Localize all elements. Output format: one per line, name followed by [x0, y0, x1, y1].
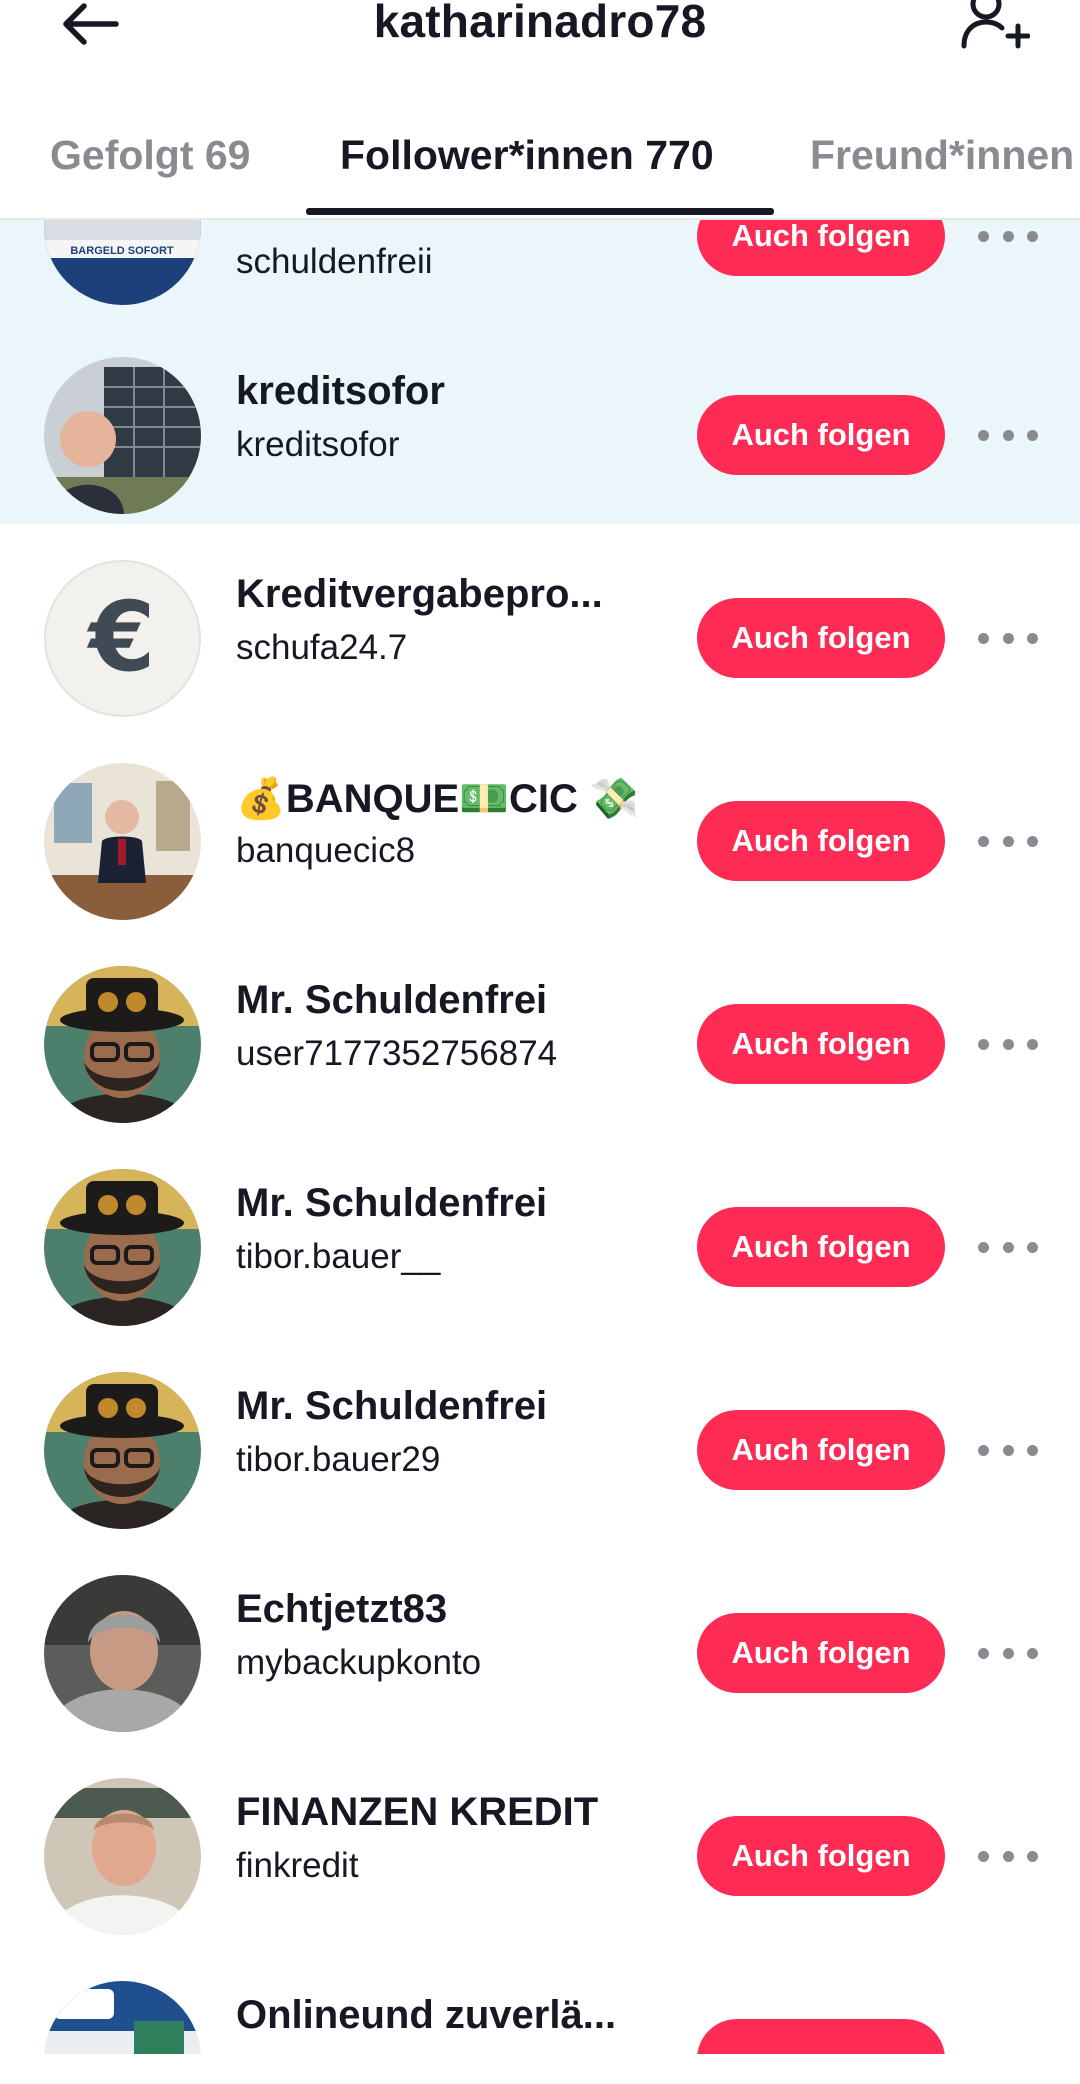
- follow-back-button[interactable]: Auch folgen: [697, 218, 945, 276]
- username: mybackupkonto: [236, 1643, 482, 1682]
- more-options-button[interactable]: [978, 618, 1038, 658]
- more-options-button[interactable]: [978, 415, 1038, 455]
- list-item[interactable]: Echtjetzt83 mybackupkonto Auch folgen: [0, 1539, 1080, 1742]
- dollar-banknote-emoji: 💵: [459, 776, 509, 822]
- money-with-wings-emoji: 💸: [588, 776, 639, 822]
- avatar[interactable]: BARGELD SOFORT: [44, 218, 201, 305]
- username: banquecic8: [236, 831, 416, 870]
- display-name: kreditsofor: [236, 369, 445, 413]
- follow-back-button[interactable]: Auch folgen: [697, 395, 945, 475]
- display-name: FINANZEN KREDIT: [236, 1790, 599, 1834]
- avatar[interactable]: [44, 966, 201, 1123]
- display-name: Mr. Schuldenfrei: [236, 1384, 548, 1428]
- list-item[interactable]: kreditsofor kreditsofor Auch folgen: [0, 321, 1080, 524]
- person-add-icon: [961, 0, 1031, 49]
- follow-back-button[interactable]: Auch folgen: [697, 1816, 945, 1896]
- list-item[interactable]: 💰BANQUE💵CIC 💸 banquecic8 Auch folgen: [0, 727, 1080, 930]
- list-item[interactable]: Mr. Schuldenfrei user7177352756874 Auch …: [0, 930, 1080, 1133]
- avatar[interactable]: [44, 1575, 201, 1732]
- more-options-button[interactable]: [978, 218, 1038, 256]
- more-options-button[interactable]: [978, 821, 1038, 861]
- page-title: katharinadro78: [373, 0, 707, 47]
- list-item[interactable]: Mr. Schuldenfrei tibor.bauer29 Auch folg…: [0, 1336, 1080, 1539]
- username: finkredit: [236, 1846, 359, 1885]
- follow-back-button[interactable]: Auch folgen: [697, 801, 945, 881]
- list-item[interactable]: Onlineund zuverlä...: [0, 1945, 1080, 2054]
- follow-back-button[interactable]: [697, 2019, 945, 2054]
- add-friend-button[interactable]: [958, 0, 1031, 56]
- display-name: 💰BANQUE💵CIC 💸: [236, 776, 639, 822]
- follow-back-button[interactable]: Auch folgen: [697, 598, 945, 678]
- more-options-button[interactable]: [978, 1227, 1038, 1267]
- list-item[interactable]: FINANZEN KREDIT finkredit Auch folgen: [0, 1742, 1080, 1945]
- username: tibor.bauer29: [236, 1440, 441, 1479]
- display-name: Mr. Schuldenfrei: [236, 1181, 548, 1225]
- tab-following[interactable]: Gefolgt 69: [50, 132, 250, 179]
- follow-back-button[interactable]: Auch folgen: [697, 1613, 945, 1693]
- avatar[interactable]: €: [44, 560, 201, 717]
- display-name: Mr. Schuldenfrei: [236, 978, 548, 1022]
- avatar[interactable]: [44, 357, 201, 514]
- more-options-button[interactable]: [978, 1633, 1038, 1673]
- more-options-button[interactable]: [978, 1024, 1038, 1064]
- svg-text:BARGELD SOFORT: BARGELD SOFORT: [70, 245, 174, 257]
- tab-friends[interactable]: Freund*innen: [810, 132, 1074, 179]
- username: schuldenfreii: [236, 242, 433, 281]
- tab-followers[interactable]: Follower*innen 770: [340, 132, 714, 179]
- euro-icon: €: [87, 581, 156, 693]
- followers-list[interactable]: BARGELD SOFORT schuldenfreii schuldenfre…: [0, 218, 1080, 2054]
- more-options-button[interactable]: [978, 1836, 1038, 1876]
- display-name: Onlineund zuverlä...: [236, 1993, 617, 2037]
- top-bar: katharinadro78 Gefolgt 69 Follower*innen…: [0, 0, 1080, 220]
- username: schufa24.7: [236, 628, 408, 667]
- list-item[interactable]: Mr. Schuldenfrei tibor.bauer__ Auch folg…: [0, 1133, 1080, 1336]
- username: tibor.bauer__: [236, 1237, 441, 1276]
- avatar[interactable]: [44, 1778, 201, 1935]
- display-name: Echtjetzt83: [236, 1587, 448, 1631]
- username: kreditsofor: [236, 425, 400, 464]
- follow-tabs: Gefolgt 69 Follower*innen 770 Freund*inn…: [0, 112, 1080, 218]
- follow-back-button[interactable]: Auch folgen: [697, 1410, 945, 1490]
- screen-bottom: [0, 2054, 1080, 2084]
- username: user7177352756874: [236, 1034, 558, 1073]
- avatar[interactable]: [44, 1981, 201, 2054]
- avatar[interactable]: [44, 763, 201, 920]
- list-item[interactable]: BARGELD SOFORT schuldenfreii schuldenfre…: [0, 218, 1080, 321]
- list-item[interactable]: € Kreditvergabepro... schufa24.7 Auch fo…: [0, 524, 1080, 727]
- follow-back-button[interactable]: Auch folgen: [697, 1004, 945, 1084]
- active-tab-indicator: [306, 208, 774, 215]
- avatar[interactable]: [44, 1372, 201, 1529]
- more-options-button[interactable]: [978, 1430, 1038, 1470]
- money-bag-emoji: 💰: [236, 776, 286, 822]
- svg-text:€: €: [87, 581, 156, 693]
- display-name: Kreditvergabepro...: [236, 572, 603, 616]
- follow-back-button[interactable]: Auch folgen: [697, 1207, 945, 1287]
- avatar[interactable]: [44, 1169, 201, 1326]
